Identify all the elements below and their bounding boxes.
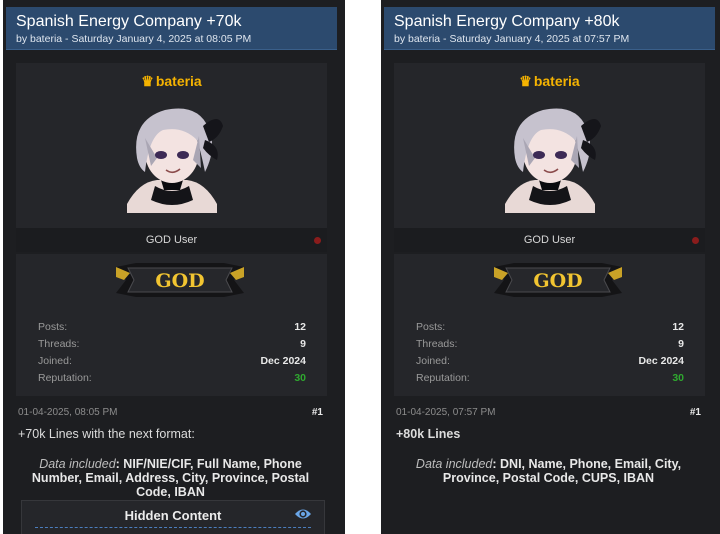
hidden-content-divider: [35, 527, 311, 528]
thread-panel-right: Spanish Energy Company +80k by bateria -…: [381, 0, 720, 534]
threads-label: Threads:: [416, 338, 458, 350]
username-text[interactable]: bateria: [156, 73, 202, 89]
threads-label: Threads:: [38, 338, 80, 350]
data-included-label: Data included: [415, 457, 493, 471]
threads-row: Threads: 9: [416, 338, 684, 350]
post-heading: +70k Lines with the next format:: [18, 427, 195, 441]
post-number-link[interactable]: #1: [312, 407, 323, 418]
user-stats: GOD Posts: 12 Threads: 9 Joined: Dec 2024 R…: [16, 254, 327, 396]
posts-label: Posts:: [38, 321, 68, 333]
reputation-value[interactable]: 30: [294, 372, 306, 384]
posts-row: Posts: 12: [38, 321, 306, 333]
reputation-row: Reputation: 30: [416, 372, 684, 384]
thread-header: Spanish Energy Company +70k by bateria -…: [6, 7, 337, 50]
crown-icon: ♛: [141, 73, 154, 89]
avatar[interactable]: [119, 100, 225, 213]
eye-icon[interactable]: [294, 507, 312, 521]
data-included-text: Data included: DNI, Name, Phone, Email, …: [396, 457, 701, 485]
reputation-value[interactable]: 30: [672, 372, 684, 384]
post-meta: 01-04-2025, 07:57 PM #1: [396, 407, 701, 418]
user-card: ♛ bateria: [394, 63, 705, 234]
thread-byline: by bateria - Saturday January 4, 2025 at…: [394, 33, 630, 45]
post-date: 01-04-2025, 08:05 PM: [18, 407, 118, 418]
posts-label: Posts:: [416, 321, 446, 333]
reputation-label: Reputation:: [38, 372, 92, 384]
data-included-text: Data included: NIF/NIE/CIF, Full Name, P…: [18, 457, 323, 499]
thread-panel-left: Spanish Energy Company +70k by bateria -…: [3, 0, 345, 534]
threads-value: 9: [678, 338, 684, 350]
joined-label: Joined:: [38, 355, 72, 367]
post-body: +80k Lines Data included: DNI, Name, Pho…: [396, 427, 701, 485]
post-body: +70k Lines with the next format: Data in…: [18, 427, 323, 499]
thread-title[interactable]: Spanish Energy Company +70k: [16, 13, 241, 31]
god-badge-text: GOD: [155, 270, 204, 292]
data-included-label: Data included: [39, 457, 116, 471]
rank-label: GOD User: [523, 234, 576, 246]
god-rank-badge: GOD: [116, 263, 244, 297]
joined-label: Joined:: [416, 355, 450, 367]
post-number-link[interactable]: #1: [690, 407, 701, 418]
god-rank-badge: GOD: [494, 263, 622, 297]
rank-label: GOD User: [145, 234, 198, 246]
crown-icon: ♛: [519, 73, 532, 89]
joined-value: Dec 2024: [260, 355, 306, 367]
post-meta: 01-04-2025, 08:05 PM #1: [18, 407, 323, 418]
joined-row: Joined: Dec 2024: [416, 355, 684, 367]
rank-bar: GOD User: [16, 228, 327, 252]
posts-value: 12: [672, 321, 684, 333]
joined-value: Dec 2024: [638, 355, 684, 367]
threads-row: Threads: 9: [38, 338, 306, 350]
threads-value: 9: [300, 338, 306, 350]
offline-status-dot: [314, 237, 321, 244]
rank-bar: GOD User: [394, 228, 705, 252]
offline-status-dot: [692, 237, 699, 244]
username[interactable]: ♛ bateria: [394, 73, 705, 90]
thread-byline: by bateria - Saturday January 4, 2025 at…: [16, 33, 252, 45]
user-stats: GOD Posts: 12 Threads: 9 Joined: Dec 2024 R…: [394, 254, 705, 396]
thread-header: Spanish Energy Company +80k by bateria -…: [384, 7, 715, 50]
reputation-label: Reputation:: [416, 372, 470, 384]
god-badge-text: GOD: [533, 270, 582, 292]
screenshot-stage: Spanish Energy Company +70k by bateria -…: [0, 0, 720, 534]
user-card: ♛ bateria: [16, 63, 327, 234]
reputation-row: Reputation: 30: [38, 372, 306, 384]
hidden-content-title: Hidden Content: [124, 508, 222, 523]
post-date: 01-04-2025, 07:57 PM: [396, 407, 496, 418]
posts-value: 12: [294, 321, 306, 333]
post-heading: +80k Lines: [396, 427, 461, 441]
username-text[interactable]: bateria: [534, 73, 580, 89]
username[interactable]: ♛ bateria: [16, 73, 327, 90]
hidden-content-box[interactable]: Hidden Content: [21, 500, 325, 534]
avatar[interactable]: [497, 100, 603, 213]
joined-row: Joined: Dec 2024: [38, 355, 306, 367]
posts-row: Posts: 12: [416, 321, 684, 333]
thread-title[interactable]: Spanish Energy Company +80k: [394, 13, 619, 31]
